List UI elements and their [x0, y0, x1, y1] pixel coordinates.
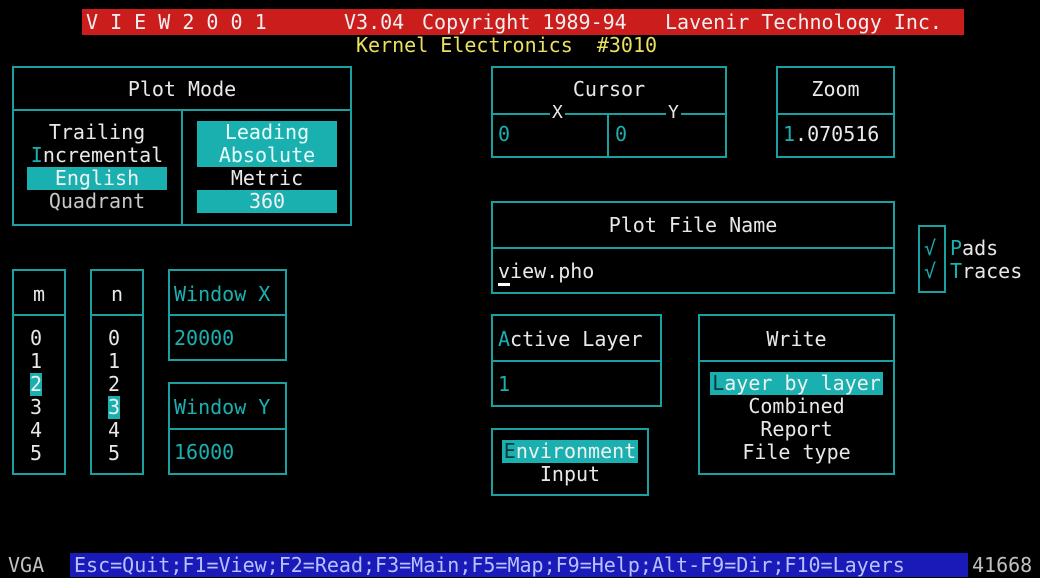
window-y-value[interactable]: 16000 [174, 440, 234, 464]
n-list-title: n [110, 282, 124, 306]
option-360[interactable]: 360 [184, 190, 350, 213]
traces-label-rest: races [962, 259, 1023, 283]
window-x-divider [168, 314, 287, 316]
active-layer-value[interactable]: 1 [498, 372, 510, 396]
zoom-value[interactable]: 1.070516 [783, 122, 879, 146]
zoom-value-first: 1 [783, 122, 796, 146]
plot-mode-column-divider [181, 109, 183, 226]
plot-mode-title: Plot Mode [127, 77, 237, 101]
write-title: Write [766, 327, 827, 351]
plot-mode-right-options: Leading Absolute Metric 360 [184, 121, 350, 213]
write-option-report[interactable]: Report [700, 418, 893, 441]
cursor-y-value[interactable]: 0 [615, 122, 627, 146]
option-input[interactable]: Input [493, 463, 647, 486]
function-key-bar[interactable]: Esc=Quit;F1=View;F2=Read;F3=Main;F5=Map;… [70, 553, 968, 577]
plot-file-divider [491, 247, 895, 249]
pads-label-rest: ads [962, 236, 999, 260]
m-list-title: m [32, 282, 46, 306]
traces-checkbox[interactable]: √ [924, 260, 936, 283]
m-list-divider [12, 314, 66, 316]
window-y-title: Window Y [174, 395, 271, 419]
option-leading-label: Leading [197, 121, 337, 144]
board-subtitle: Kernel Electronics #3010 [356, 33, 658, 57]
free-memory-readout: 41668 [972, 553, 1033, 577]
option-english-label: English [27, 167, 167, 190]
company-name: Lavenir Technology Inc. [665, 10, 942, 34]
text-cursor: v [498, 259, 511, 286]
plot-file-input[interactable]: view.pho [498, 259, 595, 286]
active-layer-title-rest: ctive Layer [510, 327, 643, 351]
plot-file-title: Plot File Name [608, 213, 778, 237]
write-option-layer-by-layer-rest: ayer by layer [724, 371, 881, 395]
n-list-items: 0 1 2 3 4 5 [108, 327, 121, 465]
option-environment-rest: nvironment [515, 439, 637, 463]
option-english[interactable]: English [14, 167, 180, 190]
option-trailing[interactable]: Trailing [14, 121, 180, 144]
title-bar: V I E W 2 0 0 1 V3.04 Copyright 1989-94 … [82, 9, 964, 35]
plot-mode-left-options: Trailing Incremental English Quadrant [14, 121, 180, 213]
plot-file-value-rest: iew.pho [510, 259, 595, 283]
cursor-x-label: X [550, 102, 565, 123]
n-item-4[interactable]: 4 [108, 419, 120, 442]
environment-options: Environment Input [493, 440, 647, 486]
option-360-label: 360 [197, 190, 337, 213]
option-metric[interactable]: Metric [184, 167, 350, 190]
traces-label[interactable]: Traces [950, 260, 1022, 283]
active-layer-title: Active Layer [498, 327, 643, 351]
n-item-5[interactable]: 5 [108, 442, 120, 465]
option-environment[interactable]: Environment [493, 440, 647, 463]
window-y-divider [168, 428, 287, 430]
option-leading[interactable]: Leading [184, 121, 350, 144]
n-item-1[interactable]: 1 [108, 350, 120, 373]
option-absolute[interactable]: Absolute [184, 144, 350, 167]
window-x-title: Window X [174, 282, 271, 306]
pads-checkbox[interactable]: √ [924, 237, 936, 260]
cursor-x-value[interactable]: 0 [498, 122, 510, 146]
cursor-y-label: Y [666, 102, 681, 123]
write-divider [698, 360, 895, 362]
active-layer-divider [491, 360, 662, 362]
option-quadrant[interactable]: Quadrant [14, 190, 180, 213]
m-item-1[interactable]: 1 [30, 350, 42, 373]
pads-label[interactable]: Pads [950, 237, 998, 260]
zoom-title: Zoom [811, 77, 860, 101]
video-mode-label: VGA [8, 553, 45, 577]
n-item-2[interactable]: 2 [108, 373, 120, 396]
window-x-value[interactable]: 20000 [174, 326, 234, 350]
write-option-file-type[interactable]: File type [700, 441, 893, 464]
n-item-0[interactable]: 0 [108, 327, 120, 350]
option-incremental-rest: ncremental [42, 143, 164, 167]
write-options: Layer by layer Combined Report File type [700, 372, 893, 464]
option-incremental[interactable]: Incremental [14, 144, 180, 167]
zoom-divider [776, 113, 895, 115]
m-item-5[interactable]: 5 [30, 442, 42, 465]
m-list-items: 0 1 2 3 4 5 [30, 327, 43, 465]
write-option-combined[interactable]: Combined [700, 395, 893, 418]
m-item-0[interactable]: 0 [30, 327, 42, 350]
app-version: V3.04 [344, 10, 405, 34]
m-item-4[interactable]: 4 [30, 419, 42, 442]
cursor-divider [491, 113, 727, 115]
cursor-title: Cursor [572, 77, 646, 101]
zoom-value-rest: .070516 [795, 122, 880, 146]
write-option-layer-by-layer[interactable]: Layer by layer [700, 372, 893, 395]
app-name: V I E W 2 0 0 1 [86, 10, 267, 34]
m-item-3[interactable]: 3 [30, 396, 42, 419]
m-item-2-selected[interactable]: 2 [30, 373, 43, 396]
n-item-3-selected[interactable]: 3 [108, 396, 121, 419]
copyright: Copyright 1989-94 [422, 10, 627, 34]
option-absolute-label: Absolute [197, 144, 337, 167]
cursor-column-divider [607, 113, 609, 158]
n-list-divider [90, 314, 144, 316]
